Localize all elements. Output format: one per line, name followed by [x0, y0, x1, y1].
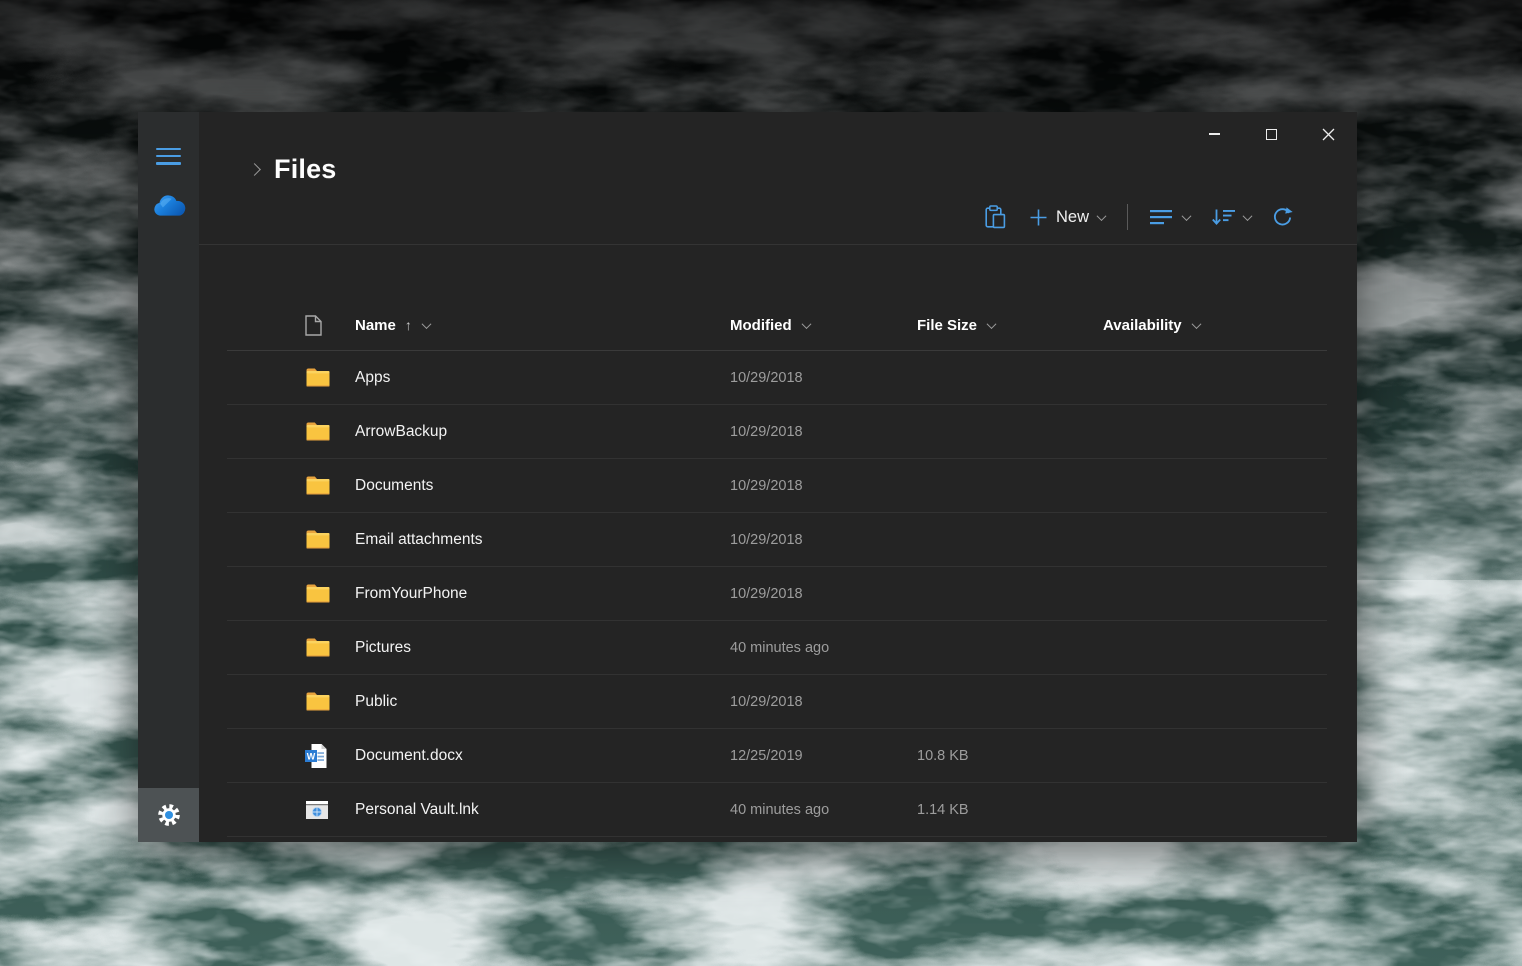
file-name: Apps [355, 369, 730, 387]
chevron-down-icon [1097, 211, 1107, 221]
gear-icon [156, 802, 182, 828]
column-label: File Size [917, 317, 977, 334]
table-row[interactable]: Personal Vault.lnk 40 minutes ago 1.14 K… [227, 783, 1327, 837]
folder-icon [305, 583, 355, 604]
view-options-button[interactable] [1150, 209, 1190, 226]
paste-icon [985, 205, 1006, 229]
onedrive-cloud-icon [152, 195, 186, 218]
new-dropdown-button[interactable]: New [1030, 208, 1105, 227]
table-row[interactable]: Email attachments 10/29/2018 [227, 513, 1327, 567]
chevron-down-icon [1243, 211, 1253, 221]
window-controls [1203, 123, 1339, 145]
column-header-name[interactable]: Name ↑ [355, 317, 730, 334]
minimize-button[interactable] [1203, 123, 1225, 145]
breadcrumb: Files [250, 154, 337, 185]
file-modified: 10/29/2018 [730, 424, 917, 440]
table-row[interactable]: ArrowBackup 10/29/2018 [227, 405, 1327, 459]
minimize-icon [1209, 133, 1220, 134]
folder-icon [305, 475, 355, 496]
column-label: Name [355, 317, 396, 334]
column-label: Modified [730, 317, 792, 334]
main-panel: Files New [199, 112, 1357, 842]
shortcut-file-icon [305, 800, 355, 820]
file-name: FromYourPhone [355, 585, 730, 603]
sort-ascending-icon: ↑ [405, 317, 412, 333]
folder-icon [305, 691, 355, 712]
plus-icon [1030, 209, 1047, 226]
table-row[interactable]: Apps 10/29/2018 [227, 351, 1327, 405]
file-name: Documents [355, 477, 730, 495]
file-name: Personal Vault.lnk [355, 801, 730, 819]
file-browser: Name ↑ Modified File Size Availability [199, 245, 1357, 842]
close-icon [1322, 128, 1335, 141]
table-row[interactable]: W Document.docx 12/25/2019 10.8 KB [227, 729, 1327, 783]
window-header: Files New [199, 112, 1357, 245]
column-header-file-size[interactable]: File Size [917, 317, 1103, 334]
table-row[interactable]: Documents 10/29/2018 [227, 459, 1327, 513]
hamburger-icon [156, 162, 181, 164]
file-modified: 10/29/2018 [730, 532, 917, 548]
svg-text:W: W [307, 751, 316, 761]
sidebar [138, 112, 199, 842]
file-modified: 10/29/2018 [730, 478, 917, 494]
file-type-column-icon [305, 315, 322, 336]
settings-button[interactable] [138, 788, 199, 842]
file-name: Document.docx [355, 747, 730, 765]
chevron-down-icon [1182, 211, 1192, 221]
toolbar-divider [1127, 204, 1128, 230]
chevron-down-icon [421, 319, 431, 329]
maximize-icon [1266, 129, 1277, 140]
column-header-modified[interactable]: Modified [730, 317, 917, 334]
column-header-availability[interactable]: Availability [1103, 317, 1327, 334]
table-row[interactable]: Public 10/29/2018 [227, 675, 1327, 729]
file-list: Apps 10/29/2018 ArrowBackup 10/29/2018 D… [227, 351, 1327, 837]
page-title: Files [274, 154, 337, 185]
file-modified: 10/29/2018 [730, 370, 917, 386]
file-name: Email attachments [355, 531, 730, 549]
file-size: 1.14 KB [917, 802, 1103, 818]
chevron-down-icon [987, 319, 997, 329]
file-modified: 10/29/2018 [730, 586, 917, 602]
refresh-icon [1271, 206, 1294, 229]
folder-icon [305, 529, 355, 550]
toolbar: New [985, 204, 1294, 230]
onedrive-home-button[interactable] [152, 195, 186, 223]
close-button[interactable] [1317, 123, 1339, 145]
folder-icon [305, 421, 355, 442]
file-name: Pictures [355, 639, 730, 657]
file-name: ArrowBackup [355, 423, 730, 441]
folder-icon [305, 637, 355, 658]
view-list-icon [1150, 209, 1174, 226]
file-size: 10.8 KB [917, 748, 1103, 764]
paste-button[interactable] [985, 205, 1006, 229]
file-modified: 10/29/2018 [730, 694, 917, 710]
file-modified: 12/25/2019 [730, 748, 917, 764]
folder-icon [305, 367, 355, 388]
new-button-label: New [1056, 208, 1089, 227]
desktop: Files New [0, 0, 1522, 966]
table-row[interactable]: Pictures 40 minutes ago [227, 621, 1327, 675]
word-file-icon: W [305, 743, 355, 769]
chevron-down-icon [801, 319, 811, 329]
menu-button[interactable] [156, 148, 181, 165]
type-column-header[interactable] [305, 315, 355, 336]
sort-button[interactable] [1210, 208, 1251, 226]
table-header-row: Name ↑ Modified File Size Availability [227, 300, 1327, 351]
table-row[interactable]: FromYourPhone 10/29/2018 [227, 567, 1327, 621]
column-label: Availability [1103, 317, 1182, 334]
file-modified: 40 minutes ago [730, 640, 917, 656]
file-modified: 40 minutes ago [730, 802, 917, 818]
chevron-down-icon [1191, 319, 1201, 329]
file-name: Public [355, 693, 730, 711]
refresh-button[interactable] [1271, 206, 1294, 229]
sort-icon [1210, 208, 1235, 226]
hamburger-icon [156, 155, 181, 157]
maximize-button[interactable] [1260, 123, 1282, 145]
onedrive-window: Files New [138, 112, 1357, 842]
breadcrumb-chevron-icon[interactable] [248, 163, 261, 176]
hamburger-icon [156, 148, 181, 150]
